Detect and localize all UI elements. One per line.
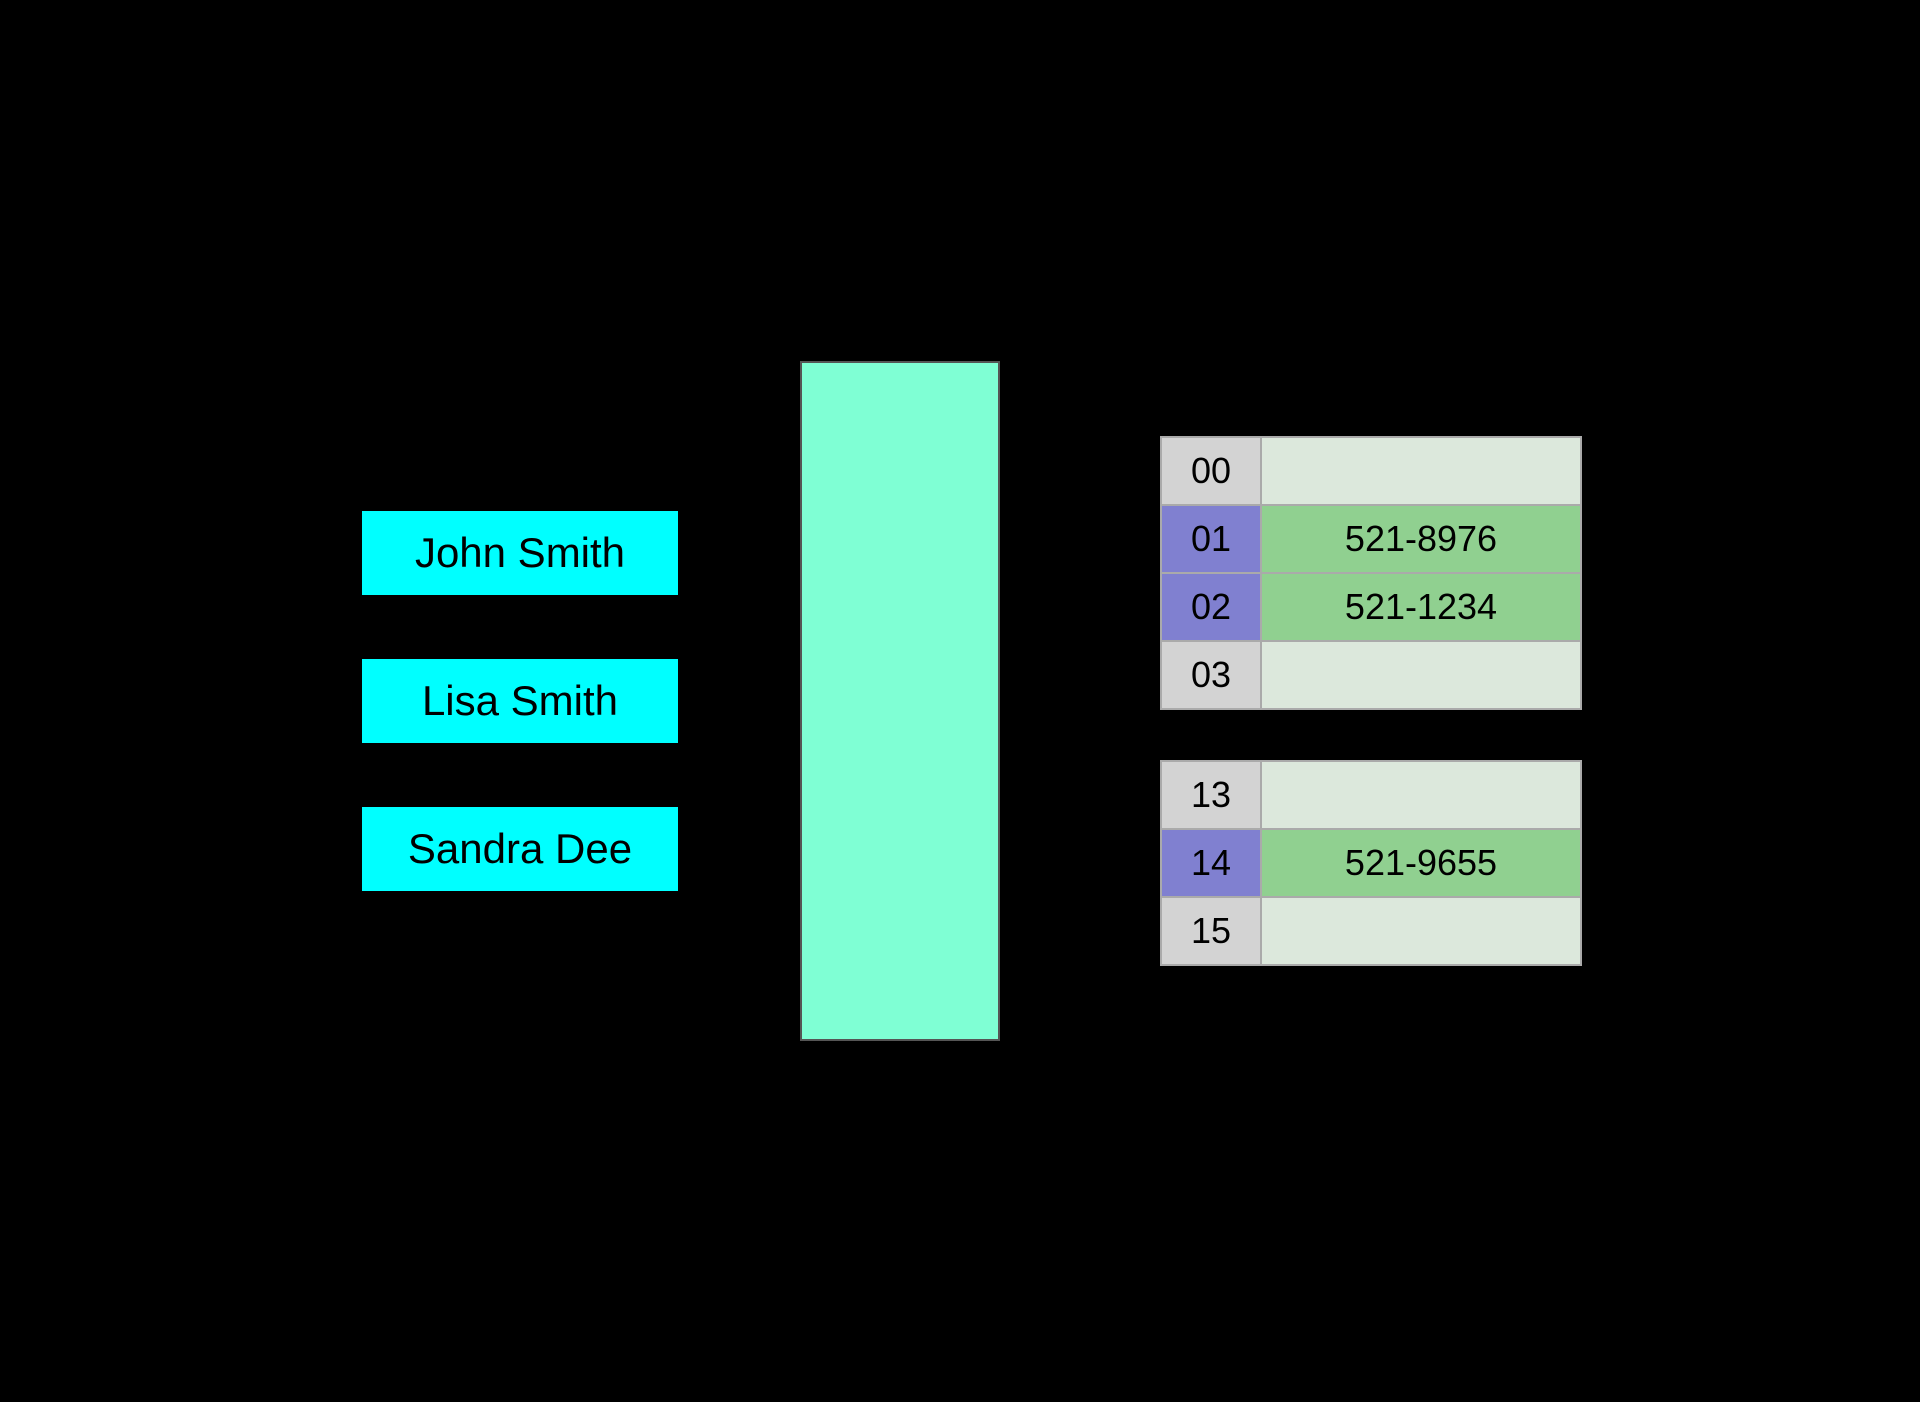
hash-value-03 [1261, 641, 1581, 709]
hash-index-01: 01 [1161, 505, 1261, 573]
person-john-smith: John Smith [360, 509, 680, 597]
people-section: John Smith Lisa Smith Sandra Dee [360, 469, 680, 933]
hash-column [800, 361, 1000, 1041]
person-lisa-smith: Lisa Smith [360, 657, 680, 745]
person-name: John Smith [415, 529, 625, 576]
hash-value-02: 521-1234 [1261, 573, 1581, 641]
hash-index-02: 02 [1161, 573, 1261, 641]
table-row: 00 [1161, 437, 1581, 505]
top-hash-table: 00 01 521-8976 02 521-1234 03 [1160, 436, 1582, 710]
hash-index-00: 00 [1161, 437, 1261, 505]
table-row: 01 521-8976 [1161, 505, 1581, 573]
hash-index-14: 14 [1161, 829, 1261, 897]
person-name: Lisa Smith [422, 677, 618, 724]
person-name: Sandra Dee [408, 825, 632, 872]
hash-value-15 [1261, 897, 1581, 965]
hash-index-15: 15 [1161, 897, 1261, 965]
person-sandra-dee: Sandra Dee [360, 805, 680, 893]
right-section: 00 01 521-8976 02 521-1234 03 13 [1160, 436, 1582, 966]
table-row: 14 521-9655 [1161, 829, 1581, 897]
table-row: 15 [1161, 897, 1581, 965]
table-row: 02 521-1234 [1161, 573, 1581, 641]
hash-index-13: 13 [1161, 761, 1261, 829]
hash-value-13 [1261, 761, 1581, 829]
table-row: 13 [1161, 761, 1581, 829]
bottom-hash-table: 13 14 521-9655 15 [1160, 760, 1582, 966]
hash-index-03: 03 [1161, 641, 1261, 709]
hash-value-14: 521-9655 [1261, 829, 1581, 897]
hash-value-01: 521-8976 [1261, 505, 1581, 573]
hash-value-00 [1261, 437, 1581, 505]
table-row: 03 [1161, 641, 1581, 709]
